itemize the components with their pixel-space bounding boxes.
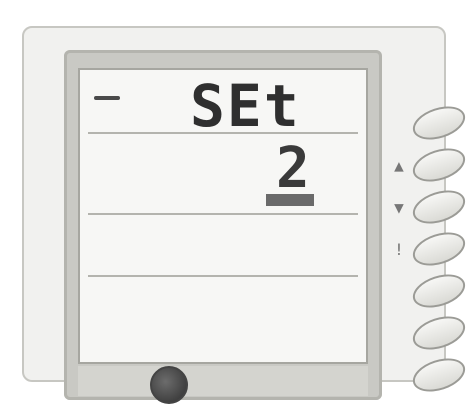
up-arrow-icon: ▲ [394,156,404,175]
button-row-2: ▲ [388,142,468,190]
mode-text: SEt [190,72,301,140]
status-knob-icon[interactable] [150,366,188,404]
unit-indicator [266,194,314,206]
oval-button-6[interactable] [408,310,468,356]
dash-indicator [94,96,120,100]
button-row-5 [388,268,468,316]
oval-button-4[interactable] [408,226,468,272]
button-row-6 [388,310,468,358]
button-row-3: ▼ [388,184,468,232]
oval-button-down[interactable] [408,184,468,230]
display-divider [88,275,358,277]
controller-panel: SEt 2 ▲ ▼ ! [22,26,468,404]
oval-button-up[interactable] [408,142,468,188]
info-icon: ! [394,240,404,259]
value-text: 2 [276,136,310,201]
oval-button-7[interactable] [408,352,468,398]
oval-button-5[interactable] [408,268,468,314]
button-row-4: ! [388,226,468,274]
down-arrow-icon: ▼ [394,198,404,217]
button-column: ▲ ▼ ! [388,100,468,408]
display-bottom-strip [78,366,368,396]
lcd-display: SEt 2 [78,68,368,364]
display-divider [88,132,358,134]
display-divider [88,213,358,215]
oval-button-1[interactable] [408,100,468,146]
button-row-1 [388,100,468,148]
button-row-7 [388,352,468,400]
